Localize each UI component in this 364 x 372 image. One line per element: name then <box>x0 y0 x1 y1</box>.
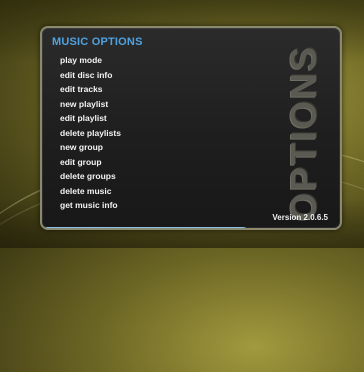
options-menu: play mode edit disc info edit tracks new… <box>42 53 252 228</box>
menu-item-edit-tracks[interactable]: edit tracks <box>42 82 252 97</box>
menu-item-new-playlist[interactable]: new playlist <box>42 97 252 112</box>
menu-item-delete-music[interactable]: delete music <box>42 184 252 199</box>
options-watermark: OPTIONS <box>274 45 334 221</box>
menu-item-return[interactable]: return <box>44 227 250 228</box>
menu-spacer <box>42 213 252 228</box>
menu-item-edit-disc-info[interactable]: edit disc info <box>42 68 252 83</box>
music-options-panel: MUSIC OPTIONS play mode edit disc info e… <box>40 26 342 230</box>
menu-item-delete-playlists[interactable]: delete playlists <box>42 126 252 141</box>
menu-item-edit-group[interactable]: edit group <box>42 155 252 170</box>
panel-title: MUSIC OPTIONS <box>52 36 143 48</box>
options-watermark-text: OPTIONS <box>283 44 324 222</box>
menu-item-delete-groups[interactable]: delete groups <box>42 169 252 184</box>
menu-item-play-mode[interactable]: play mode <box>42 53 252 68</box>
menu-item-new-group[interactable]: new group <box>42 140 252 155</box>
version-label: Version 2.0.6.5 <box>272 213 328 222</box>
menu-item-get-music-info[interactable]: get music info <box>42 198 252 213</box>
menu-item-edit-playlist[interactable]: edit playlist <box>42 111 252 126</box>
